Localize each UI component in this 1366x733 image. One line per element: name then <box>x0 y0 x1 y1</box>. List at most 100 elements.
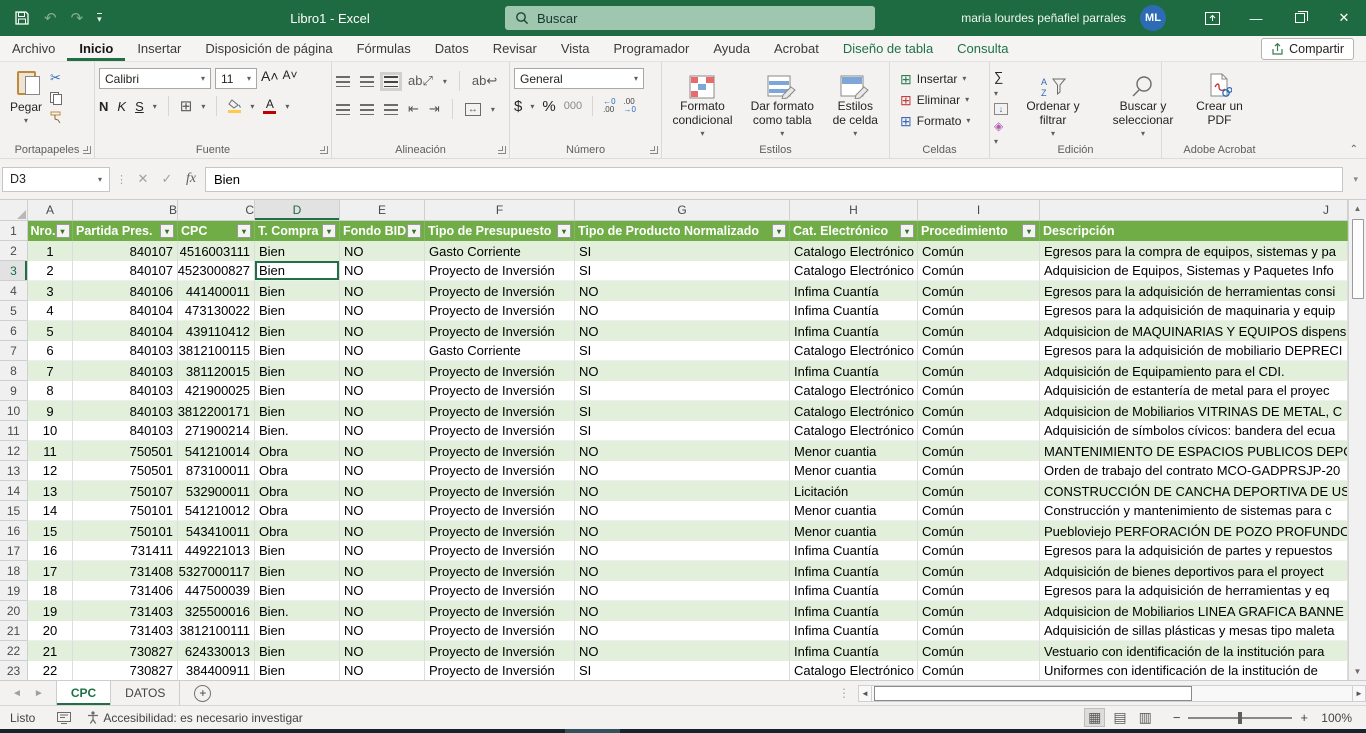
autosum-icon[interactable]: ∑ ▾ <box>994 69 1008 99</box>
ribbon-tab-acrobat[interactable]: Acrobat <box>762 36 831 61</box>
page-layout-view-icon[interactable]: ▤ <box>1110 709 1129 726</box>
cell[interactable]: Construcción y mantenimiento de sistemas… <box>1040 501 1348 521</box>
font-color-icon[interactable]: A <box>263 99 276 114</box>
decrease-decimal-icon[interactable]: .00→0 <box>624 98 636 114</box>
cell[interactable]: 840104 <box>73 321 178 341</box>
cell[interactable]: 271900214 <box>178 421 255 441</box>
cell[interactable]: NO <box>340 401 425 421</box>
decrease-indent-icon[interactable]: ⇤ <box>408 101 419 117</box>
cell[interactable]: 4516003111 <box>178 241 255 261</box>
horizontal-scrollbar[interactable]: ◄ ► <box>858 681 1366 705</box>
format-painter-icon[interactable] <box>50 111 63 123</box>
cell[interactable]: NO <box>575 501 790 521</box>
cell[interactable]: SI <box>575 261 790 281</box>
row-header[interactable]: 4 <box>0 281 28 301</box>
cell[interactable]: Proyecto de Inversión <box>425 661 575 680</box>
scroll-up-icon[interactable]: ▲ <box>1349 200 1366 217</box>
cell[interactable]: 2 <box>28 261 73 281</box>
cell[interactable]: NO <box>340 541 425 561</box>
cell[interactable]: Común <box>918 441 1040 461</box>
cell[interactable]: Proyecto de Inversión <box>425 501 575 521</box>
cell[interactable]: Proyecto de Inversión <box>425 601 575 621</box>
cell[interactable]: Proyecto de Inversión <box>425 461 575 481</box>
cell[interactable]: 447500039 <box>178 581 255 601</box>
align-right-icon[interactable] <box>384 104 398 115</box>
cell[interactable]: Adquisicion de Mobiliarios LINEA GRAFICA… <box>1040 601 1348 621</box>
save-icon[interactable] <box>14 10 30 26</box>
cell[interactable]: Bien <box>255 321 340 341</box>
cell[interactable]: 543410011 <box>178 521 255 541</box>
row-header[interactable]: 7 <box>0 341 28 361</box>
avatar[interactable]: ML <box>1140 5 1166 31</box>
row-header[interactable]: 13 <box>0 461 28 481</box>
cell[interactable]: 421900025 <box>178 381 255 401</box>
cell[interactable]: Común <box>918 541 1040 561</box>
cell[interactable]: Proyecto de Inversión <box>425 521 575 541</box>
cell[interactable]: NO <box>340 661 425 680</box>
cell[interactable]: NO <box>575 461 790 481</box>
column-header-e[interactable]: E <box>340 200 425 221</box>
cancel-formula-icon[interactable]: ✕ <box>133 171 153 187</box>
cell[interactable]: 3 <box>28 281 73 301</box>
cell[interactable]: Adquisición de bienes deportivos para el… <box>1040 561 1348 581</box>
cell[interactable]: 840104 <box>73 301 178 321</box>
cell[interactable]: Obra <box>255 501 340 521</box>
alineacion-dialog-launcher[interactable] <box>498 146 506 154</box>
cell[interactable]: NO <box>340 301 425 321</box>
cell[interactable]: 10 <box>28 421 73 441</box>
cell[interactable]: 3812100115 <box>178 341 255 361</box>
celdas-eliminar-button[interactable]: ⊞Eliminar▾ <box>900 89 970 110</box>
cell[interactable]: Catalogo Electrónico <box>790 381 918 401</box>
cell[interactable]: Infima Cuantía <box>790 321 918 341</box>
cell[interactable]: Obra <box>255 441 340 461</box>
cell[interactable]: NO <box>340 581 425 601</box>
cell[interactable]: Catalogo Electrónico <box>790 661 918 680</box>
row-header[interactable]: 20 <box>0 601 28 621</box>
align-center-icon[interactable] <box>360 104 374 115</box>
cell[interactable]: Bien <box>255 241 340 261</box>
cell[interactable]: Catalogo Electrónico <box>790 421 918 441</box>
column-header-j[interactable]: J <box>1040 200 1348 221</box>
row-header[interactable]: 12 <box>0 441 28 461</box>
cell[interactable]: Egresos para la compra de equipos, siste… <box>1040 241 1348 261</box>
cell[interactable]: Infima Cuantía <box>790 541 918 561</box>
cell[interactable]: 750107 <box>73 481 178 501</box>
zoom-level[interactable]: 100% <box>1316 711 1352 725</box>
cell[interactable]: Proyecto de Inversión <box>425 541 575 561</box>
row-header[interactable]: 22 <box>0 641 28 661</box>
cell[interactable]: Puebloviejo PERFORACIÓN DE POZO PROFUNDO <box>1040 521 1348 541</box>
cell[interactable]: SI <box>575 421 790 441</box>
cell[interactable]: SI <box>575 661 790 680</box>
cell[interactable]: NO <box>575 441 790 461</box>
cell[interactable]: Adquisición de sillas plásticas y mesas … <box>1040 621 1348 641</box>
cell[interactable]: NO <box>340 441 425 461</box>
cell[interactable]: 840107 <box>73 241 178 261</box>
cell[interactable]: Egresos para la adquisición de partes y … <box>1040 541 1348 561</box>
wrap-text-icon[interactable]: ab↩ <box>472 73 497 89</box>
filter-icon[interactable]: ▾ <box>160 224 174 238</box>
cell[interactable]: Orden de trabajo del contrato MCO-GADPRS… <box>1040 461 1348 481</box>
cell[interactable]: Común <box>918 601 1040 621</box>
cell[interactable]: CONSTRUCCIÓN DE CANCHA DEPORTIVA DE USO … <box>1040 481 1348 501</box>
paste-button[interactable]: Pegar ▾ <box>4 68 48 131</box>
cell[interactable]: 840103 <box>73 421 178 441</box>
column-header-g[interactable]: G <box>575 200 790 221</box>
cell[interactable]: Proyecto de Inversión <box>425 401 575 421</box>
filter-icon[interactable]: ▾ <box>237 224 251 238</box>
cell[interactable]: Catalogo Electrónico <box>790 261 918 281</box>
font-name-select[interactable]: Calibri▾ <box>99 68 211 89</box>
sheet-next-icon[interactable]: ► <box>34 688 44 699</box>
decrease-font-icon[interactable]: A˅ <box>283 68 298 89</box>
customize-qat-icon[interactable]: ▾ <box>97 13 102 23</box>
cell[interactable]: Proyecto de Inversión <box>425 321 575 341</box>
cell[interactable]: Proyecto de Inversión <box>425 301 575 321</box>
cell[interactable]: 5 <box>28 321 73 341</box>
cell[interactable]: Bien <box>255 281 340 301</box>
align-top-icon[interactable] <box>336 76 350 87</box>
zoom-in-icon[interactable]: + <box>1300 710 1308 725</box>
sheet-prev-icon[interactable]: ◄ <box>12 688 22 699</box>
cell[interactable]: NO <box>575 601 790 621</box>
cell[interactable]: 6 <box>28 341 73 361</box>
cell[interactable]: Común <box>918 641 1040 661</box>
cell[interactable]: Bien <box>255 361 340 381</box>
